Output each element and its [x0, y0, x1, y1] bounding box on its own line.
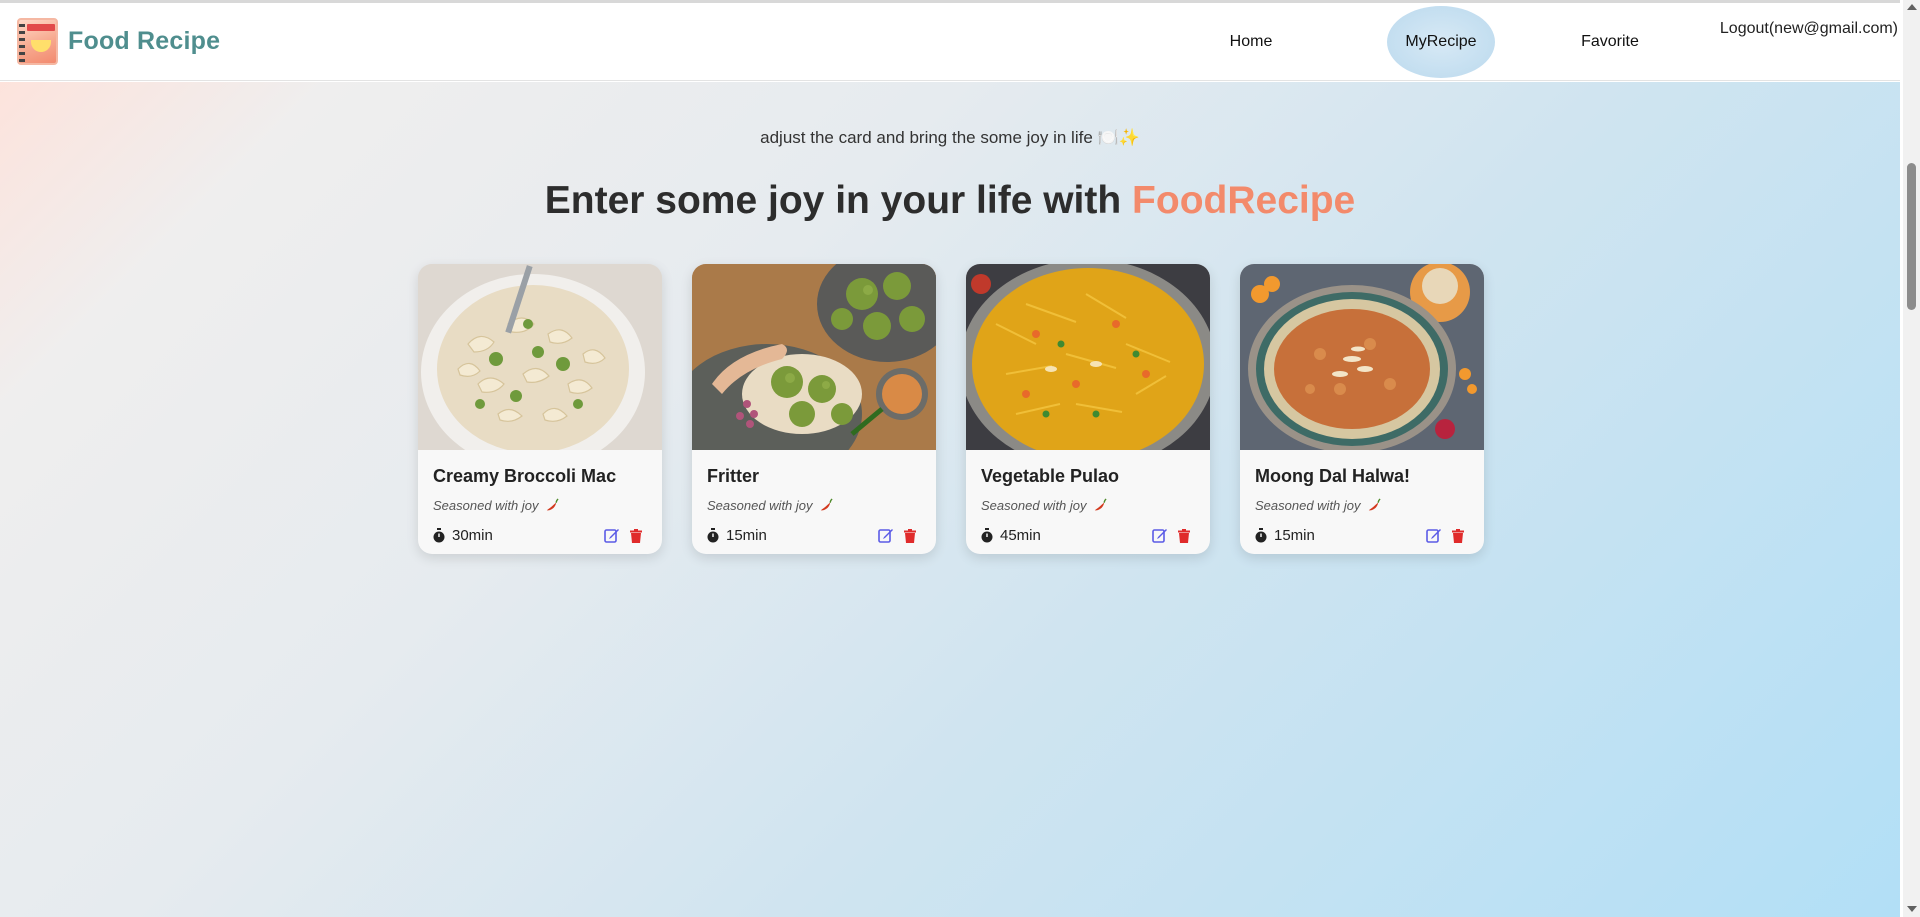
edit-icon[interactable]	[1426, 527, 1442, 543]
recipe-title: Moong Dal Halwa!	[1255, 466, 1411, 486]
trash-icon[interactable]	[630, 529, 642, 543]
stopwatch-icon	[1255, 528, 1267, 543]
headline-brand: FoodRecipe	[1132, 179, 1356, 222]
trash-icon[interactable]	[1452, 529, 1464, 543]
recipe-time-text: 15min	[1274, 527, 1315, 544]
fritter-photo[interactable]	[692, 264, 936, 450]
recipe-card[interactable]: Fritter Seasoned with joy 15min	[692, 264, 936, 554]
nav-home[interactable]: Home	[1200, 6, 1302, 78]
brand[interactable]: Food Recipe	[17, 18, 220, 65]
brand-name: Food Recipe	[68, 27, 221, 55]
scroll-up-arrow-icon[interactable]	[1907, 4, 1917, 10]
recipe-subtitle-text: Seasoned with joy	[981, 498, 1087, 513]
recipe-subtitle: Seasoned with joy	[707, 498, 833, 513]
headline-prefix: Enter some joy in your life with	[544, 179, 1133, 222]
recipe-subtitle: Seasoned with joy	[981, 498, 1107, 513]
recipe-subtitle-text: Seasoned with joy	[1255, 498, 1361, 513]
navbar: Food Recipe Home MyRecipe Favorite Logou…	[0, 3, 1900, 81]
recipe-time-text: 30min	[452, 527, 493, 544]
page: Food Recipe Home MyRecipe Favorite Logou…	[0, 0, 1900, 917]
broccoli-mac-photo[interactable]	[418, 264, 662, 450]
nav-favorite[interactable]: Favorite	[1560, 6, 1660, 78]
vertical-scrollbar[interactable]	[1903, 0, 1920, 917]
recipe-time: 15min	[706, 527, 767, 544]
hero-tagline: adjust the card and bring the some joy i…	[760, 128, 1140, 147]
hero-headline: Enter some joy in your life with FoodRec…	[0, 179, 1900, 223]
scrollbar-thumb[interactable]	[1907, 163, 1916, 310]
recipe-time: 30min	[432, 527, 493, 544]
stopwatch-icon	[433, 528, 445, 543]
recipe-subtitle-text: Seasoned with joy	[707, 498, 813, 513]
nav-logout[interactable]: Logout(new@gmail.com)	[1705, 6, 1900, 38]
edit-icon[interactable]	[1152, 527, 1168, 543]
recipe-card[interactable]: Moong Dal Halwa! Seasoned with joy 15min	[1240, 264, 1484, 554]
stopwatch-icon	[981, 528, 993, 543]
chili-pepper-icon	[1094, 498, 1107, 511]
recipe-time-text: 45min	[1000, 527, 1041, 544]
recipe-title: Vegetable Pulao	[981, 466, 1120, 486]
stopwatch-icon	[707, 528, 719, 543]
nav-my-recipe[interactable]: MyRecipe	[1387, 6, 1495, 78]
recipe-book-icon	[17, 18, 58, 65]
recipe-time: 15min	[1254, 527, 1315, 544]
chili-pepper-icon	[546, 498, 559, 511]
recipe-card[interactable]: Vegetable Pulao Seasoned with joy 45min	[966, 264, 1210, 554]
chili-pepper-icon	[1368, 498, 1381, 511]
chili-pepper-icon	[820, 498, 833, 511]
recipe-subtitle: Seasoned with joy	[433, 498, 559, 513]
recipe-subtitle-text: Seasoned with joy	[433, 498, 539, 513]
scroll-down-arrow-icon[interactable]	[1907, 906, 1917, 912]
recipe-time: 45min	[980, 527, 1041, 544]
hero-section: adjust the card and bring the some joy i…	[0, 82, 1900, 917]
recipe-title: Fritter	[707, 466, 760, 486]
edit-icon[interactable]	[604, 527, 620, 543]
trash-icon[interactable]	[1178, 529, 1190, 543]
recipe-card-grid: Creamy Broccoli Mac Seasoned with joy 30…	[418, 264, 1484, 554]
recipe-time-text: 15min	[726, 527, 767, 544]
trash-icon[interactable]	[904, 529, 916, 543]
pulao-photo[interactable]	[966, 264, 1210, 450]
halwa-photo[interactable]	[1240, 264, 1484, 450]
recipe-subtitle: Seasoned with joy	[1255, 498, 1381, 513]
edit-icon[interactable]	[878, 527, 894, 543]
recipe-card[interactable]: Creamy Broccoli Mac Seasoned with joy 30…	[418, 264, 662, 554]
recipe-title: Creamy Broccoli Mac	[433, 466, 617, 486]
